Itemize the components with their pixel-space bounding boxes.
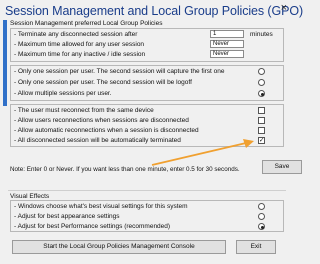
session-option-logoff: - Only one session per user. The second … <box>14 79 192 86</box>
reconnect-automatic: - Allow automatic reconnections when a s… <box>14 127 199 134</box>
visual-option-auto: - Windows choose what's best visual sett… <box>14 203 188 210</box>
save-button[interactable]: Save <box>262 160 302 174</box>
window-title: Session Management and Local Group Polic… <box>5 4 304 18</box>
session-option-logoff-radio[interactable] <box>258 79 265 86</box>
disconnected-timeout-input[interactable]: 1 <box>210 30 244 38</box>
session-option-multiple: - Allow multiple sessions per user. <box>14 90 112 97</box>
visual-option-performance-radio[interactable] <box>258 223 265 230</box>
subtitle: Session Management preferred Local Group… <box>10 20 163 27</box>
divider <box>8 190 286 191</box>
minutes-label: minutes <box>250 31 273 38</box>
limit-label-disconnected: - Terminate any disconnected session aft… <box>14 31 138 38</box>
reconnect-allow-users: - Allow users reconnections when session… <box>14 117 189 124</box>
arrow-annotation <box>151 139 254 166</box>
limit-label-idle: - Maximum time for any inactive / idle s… <box>14 51 146 58</box>
reconnect-automatic-checkbox[interactable] <box>258 127 265 134</box>
reconnect-same-device: - The user must reconnect from the same … <box>14 107 154 114</box>
limit-label-max-session: - Maximum time allowed for any user sess… <box>14 41 145 48</box>
accent-bar <box>3 20 7 106</box>
visual-option-appearance-radio[interactable] <box>258 213 265 220</box>
close-icon[interactable]: × <box>281 2 287 14</box>
session-option-multiple-radio[interactable] <box>258 90 265 97</box>
visual-option-performance: - Adjust for best Performance settings (… <box>14 223 171 230</box>
reconnect-allow-users-checkbox[interactable] <box>258 117 265 124</box>
visual-effects-title: Visual Effects <box>10 193 50 200</box>
start-console-button[interactable]: Start the Local Group Policies Managemen… <box>12 240 226 254</box>
note-text: Note: Enter 0 or Never. If you want less… <box>10 166 240 173</box>
reconnect-same-device-checkbox[interactable] <box>258 107 265 114</box>
session-option-capture: - Only one session per user. The second … <box>14 68 225 75</box>
max-session-input[interactable]: Never <box>210 40 244 48</box>
exit-button[interactable]: Exit <box>236 240 276 254</box>
visual-option-auto-radio[interactable] <box>258 203 265 210</box>
session-option-capture-radio[interactable] <box>258 68 265 75</box>
visual-option-appearance: - Adjust for best appearance settings <box>14 213 120 220</box>
idle-session-input[interactable]: Never <box>210 50 244 58</box>
